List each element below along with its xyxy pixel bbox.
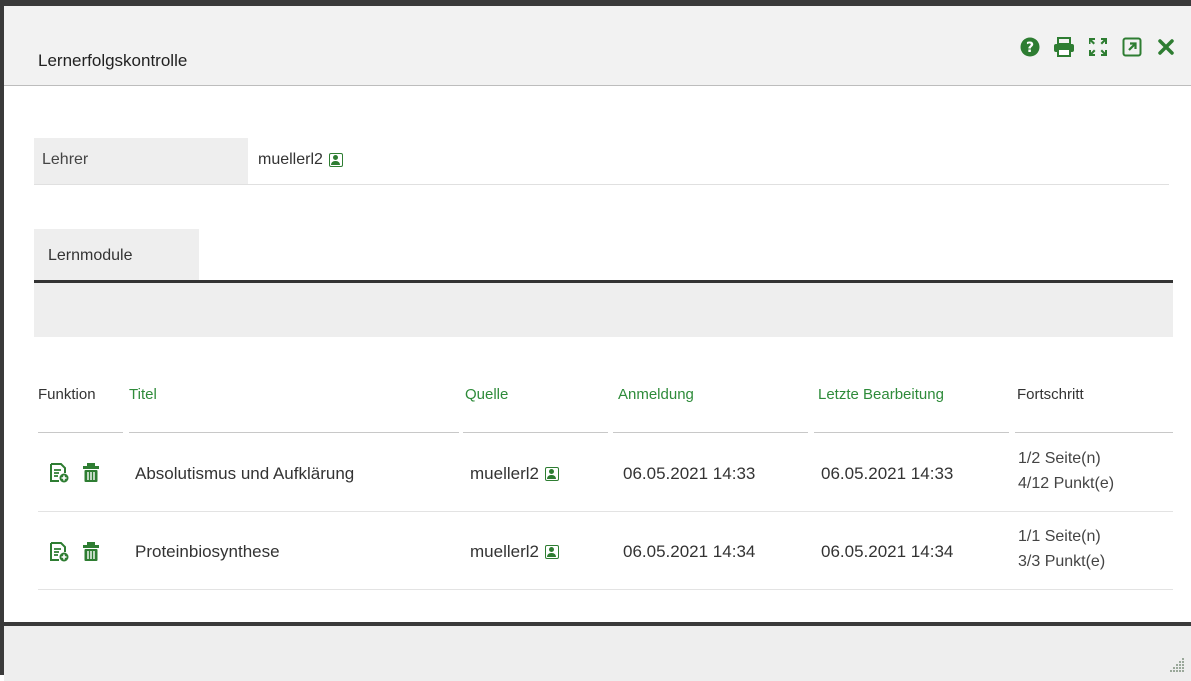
teacher-field-row: Lehrer muellerl2: [34, 138, 1169, 185]
header-divider: [1015, 432, 1173, 433]
row-divider: [38, 511, 1173, 512]
window-controls: ?: [1007, 36, 1177, 58]
add-document-icon[interactable]: [48, 462, 70, 484]
column-header-source[interactable]: Quelle: [465, 386, 508, 403]
teacher-value: muellerl2: [258, 151, 343, 169]
fullscreen-icon[interactable]: [1087, 36, 1109, 58]
resize-grip-icon[interactable]: [1167, 655, 1185, 673]
help-icon[interactable]: ?: [1019, 36, 1041, 58]
header-divider: [38, 432, 123, 433]
trash-icon[interactable]: [80, 462, 102, 484]
dialog-titlebar: Lernerfolgskontrolle ?: [4, 6, 1191, 86]
row-progress: 1/1 Seite(n) 3/3 Punkt(e): [1018, 524, 1105, 574]
column-header-title[interactable]: Titel: [129, 386, 157, 403]
print-icon[interactable]: [1053, 36, 1075, 58]
row-source: muellerl2: [470, 542, 559, 562]
column-header-last-edit[interactable]: Letzte Bearbeitung: [818, 386, 944, 403]
row-progress: 1/2 Seite(n) 4/12 Punkt(e): [1018, 446, 1114, 496]
row-last-edit: 06.05.2021 14:33: [821, 464, 954, 483]
tab-toolbar: [34, 283, 1173, 337]
user-card-icon[interactable]: [544, 545, 559, 559]
dialog-footer: [4, 622, 1191, 681]
row-source-name: muellerl2: [470, 464, 539, 483]
close-icon[interactable]: [1155, 36, 1177, 58]
dialog-window: Lernerfolgskontrolle ? Lehrer muellerl2: [0, 0, 1191, 681]
add-document-icon[interactable]: [48, 541, 70, 563]
teacher-name: muellerl2: [258, 151, 323, 168]
row-functions: [48, 462, 112, 484]
row-title[interactable]: Absolutismus und Aufklärung: [135, 464, 354, 484]
dialog-title: Lernerfolgskontrolle: [38, 51, 188, 70]
svg-text:?: ?: [1026, 40, 1034, 56]
row-source: muellerl2: [470, 464, 559, 484]
row-registration: 06.05.2021 14:33: [623, 464, 756, 483]
column-header-function: Funktion: [38, 386, 96, 403]
column-header-registration[interactable]: Anmeldung: [618, 386, 694, 403]
row-divider: [38, 589, 1173, 590]
row-progress-pages: 1/1 Seite(n): [1018, 528, 1101, 545]
user-card-icon[interactable]: [328, 153, 343, 167]
row-progress-points: 4/12 Punkt(e): [1018, 475, 1115, 492]
trash-icon[interactable]: [80, 541, 102, 563]
row-title[interactable]: Proteinbiosynthese: [135, 542, 280, 562]
row-functions: [48, 541, 112, 563]
row-last-edit: 06.05.2021 14:34: [821, 542, 954, 561]
user-card-icon[interactable]: [544, 467, 559, 481]
open-external-icon[interactable]: [1121, 36, 1143, 58]
header-divider: [463, 432, 608, 433]
column-header-progress: Fortschritt: [1017, 386, 1084, 403]
row-progress-points: 3/3 Punkt(e): [1018, 553, 1106, 570]
teacher-label: Lehrer: [34, 138, 248, 184]
tab-lernmodule[interactable]: Lernmodule: [34, 229, 199, 280]
header-divider: [814, 432, 1009, 433]
row-progress-pages: 1/2 Seite(n): [1018, 450, 1101, 467]
row-source-name: muellerl2: [470, 542, 539, 561]
header-divider: [613, 432, 808, 433]
header-divider: [129, 432, 459, 433]
row-registration: 06.05.2021 14:34: [623, 542, 756, 561]
